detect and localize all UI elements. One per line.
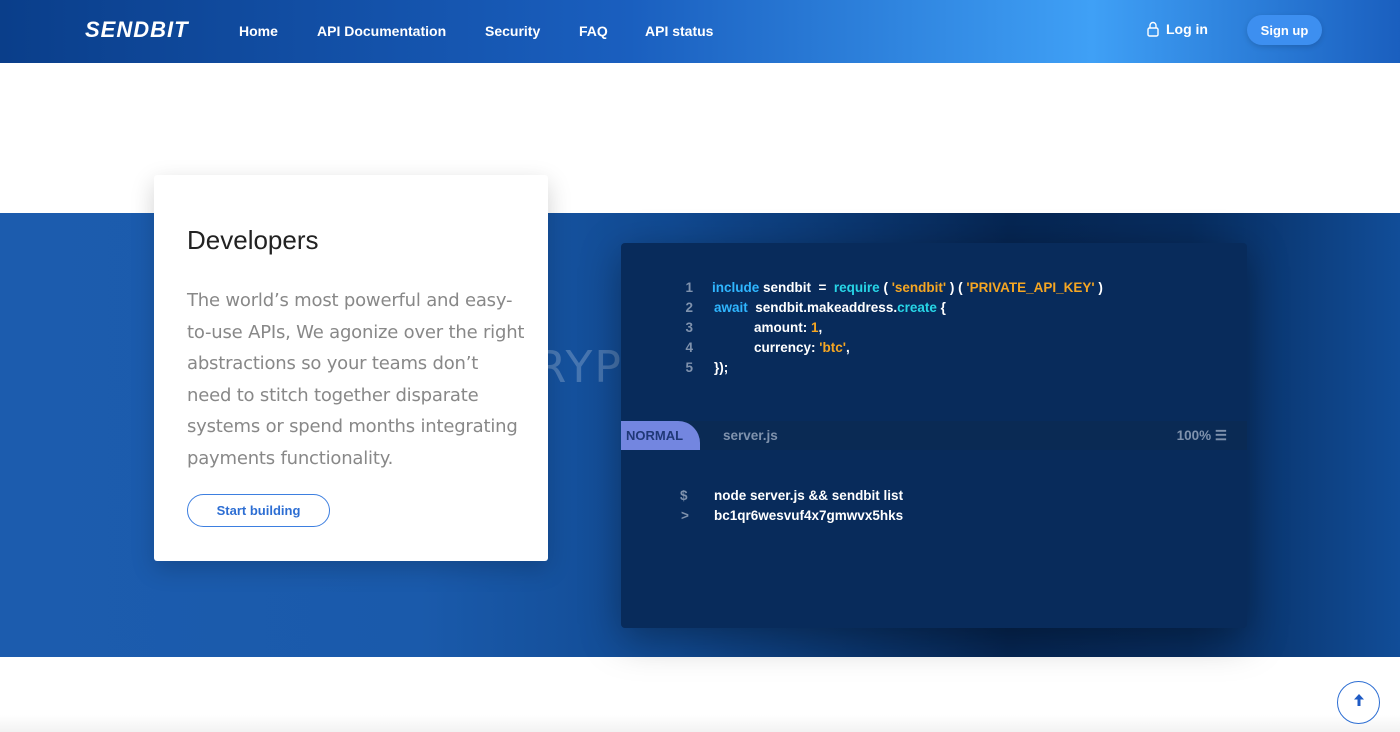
- editor-filename: server.js: [723, 428, 778, 443]
- login-link[interactable]: Log in: [1146, 21, 1208, 37]
- arrow-up-icon: [1353, 693, 1365, 712]
- code-punct: {: [936, 300, 946, 315]
- code-punct: (: [879, 280, 892, 295]
- nav-home[interactable]: Home: [239, 23, 278, 39]
- shell-output: bc1qr6wesvuf4x7gmwvx5hks: [714, 508, 904, 523]
- scroll-to-top-button[interactable]: [1337, 681, 1380, 724]
- shell-prompt: $: [680, 488, 688, 503]
- start-building-button[interactable]: Start building: [187, 494, 330, 527]
- code-number: 1: [811, 320, 819, 335]
- shell-command: node server.js && sendbit list: [714, 488, 904, 503]
- signup-button[interactable]: Sign up: [1247, 15, 1322, 45]
- code-closing: });: [714, 360, 729, 375]
- editor-zoom: 100% ☰: [1176, 428, 1227, 443]
- code-key: currency:: [754, 340, 820, 355]
- shell-prompt: >: [681, 508, 689, 523]
- nav-security[interactable]: Security: [485, 23, 540, 39]
- code-function: require: [833, 280, 880, 295]
- nav-api-documentation[interactable]: API Documentation: [317, 23, 446, 39]
- code-punct: ): [1094, 280, 1103, 295]
- card-title: Developers: [187, 225, 319, 255]
- line-number: 3: [685, 320, 693, 335]
- code-punct: ) (: [946, 280, 967, 295]
- top-navbar: SENDBIT Home API Documentation Security …: [0, 0, 1400, 63]
- line-number: 4: [685, 340, 693, 355]
- line-number: 5: [685, 360, 693, 375]
- login-label: Log in: [1166, 21, 1208, 37]
- code-identifier: sendbit.makeaddress.: [747, 300, 898, 315]
- code-function: create: [897, 300, 937, 315]
- sendbit-logo[interactable]: SENDBIT: [85, 17, 189, 43]
- code-string: 'sendbit': [891, 280, 947, 295]
- code-punct: ,: [818, 320, 823, 335]
- code-keyword: await: [714, 300, 748, 315]
- nav-api-status[interactable]: API status: [645, 23, 713, 39]
- nav-faq[interactable]: FAQ: [579, 23, 608, 39]
- code-keyword: include: [712, 280, 760, 295]
- card-description: The world’s most powerful and easy-to-us…: [187, 290, 525, 469]
- line-number: 2: [685, 300, 693, 315]
- code-identifier: sendbit =: [759, 280, 834, 295]
- code-punct: ,: [845, 340, 850, 355]
- developers-card: Developers The world’s most powerful and…: [154, 175, 548, 561]
- line-number: 1: [685, 280, 693, 295]
- code-string: 'btc': [819, 340, 846, 355]
- editor-status-bar: NORMAL server.js 100% ☰: [621, 421, 1247, 450]
- code-terminal: 1 include sendbit = require ( 'sendbit' …: [621, 243, 1247, 628]
- user-icon: [1146, 21, 1160, 37]
- code-key: amount:: [754, 320, 811, 335]
- editor-mode-badge: NORMAL: [621, 421, 700, 450]
- footer-edge: [0, 715, 1400, 732]
- code-string: 'PRIVATE_API_KEY': [966, 280, 1095, 295]
